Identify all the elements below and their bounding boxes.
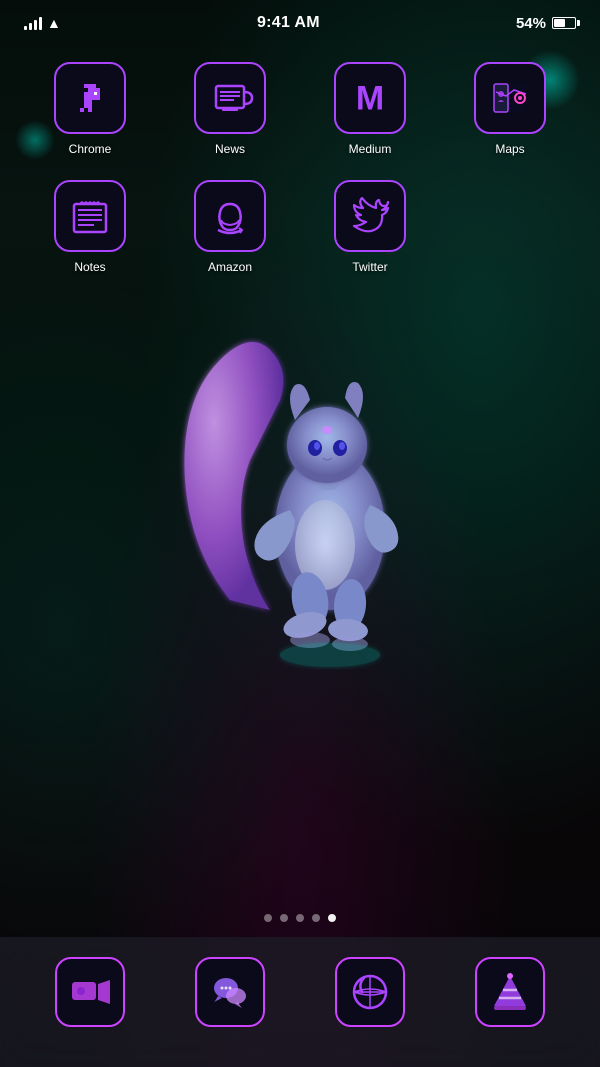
app-notes[interactable]: Notes: [20, 168, 160, 286]
page-dot-5-active: [328, 914, 336, 922]
battery-icon: [552, 17, 576, 29]
app-twitter[interactable]: Twitter: [300, 168, 440, 286]
status-right: 54%: [516, 15, 576, 32]
amazon-icon: [194, 180, 266, 252]
status-time: 9:41 AM: [257, 14, 320, 32]
facetime-icon: [55, 957, 125, 1027]
app-chrome[interactable]: Chrome: [20, 50, 160, 168]
twitter-label: Twitter: [352, 260, 387, 274]
news-icon: [194, 62, 266, 134]
notes-icon: [54, 180, 126, 252]
app-news[interactable]: News: [160, 50, 300, 168]
dock-facetime[interactable]: [55, 957, 125, 1027]
signal-bar-4: [39, 17, 42, 30]
vlc-icon: [475, 957, 545, 1027]
app-amazon[interactable]: Amazon: [160, 168, 300, 286]
status-bar: ▲ 9:41 AM 54%: [0, 0, 600, 40]
maps-label: Maps: [495, 142, 524, 156]
page-dot-2: [280, 914, 288, 922]
dock-messages[interactable]: [195, 957, 265, 1027]
battery-percentage: 54%: [516, 15, 546, 32]
twitter-icon: [334, 180, 406, 252]
maps-icon: [474, 62, 546, 134]
dock-vlc[interactable]: [475, 957, 545, 1027]
app-medium[interactable]: M Medium: [300, 50, 440, 168]
dock-browser[interactable]: [335, 957, 405, 1027]
medium-label: Medium: [349, 142, 392, 156]
mewtwo-wallpaper-figure: [170, 300, 430, 720]
page-dot-4: [312, 914, 320, 922]
page-dots: [264, 914, 336, 922]
messages-icon: [195, 957, 265, 1027]
page-dot-3: [296, 914, 304, 922]
chrome-icon: [54, 62, 126, 134]
page-dot-1: [264, 914, 272, 922]
app-grid-row1: Chrome News: [0, 40, 600, 168]
signal-bars-icon: [24, 16, 42, 30]
battery-fill: [554, 19, 565, 27]
app-grid-row2: Notes Amazon Twitter: [0, 168, 600, 286]
svg-text:M: M: [356, 79, 384, 117]
signal-bar-2: [29, 23, 32, 30]
signal-bar-3: [34, 20, 37, 30]
news-label: News: [215, 142, 245, 156]
status-left: ▲: [24, 15, 61, 31]
app-empty-slot: [440, 168, 580, 286]
chrome-label: Chrome: [69, 142, 112, 156]
signal-bar-1: [24, 26, 27, 30]
wifi-icon: ▲: [47, 15, 61, 31]
app-maps[interactable]: Maps: [440, 50, 580, 168]
notes-label: Notes: [74, 260, 105, 274]
dock: [0, 937, 600, 1067]
amazon-label: Amazon: [208, 260, 252, 274]
browser-icon: [335, 957, 405, 1027]
medium-icon: M: [334, 62, 406, 134]
